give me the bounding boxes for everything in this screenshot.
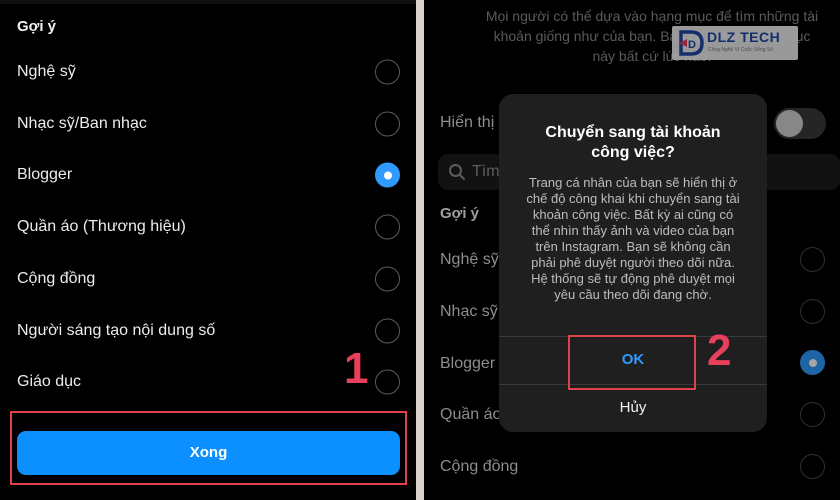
radio-empty-icon[interactable] [375, 318, 400, 344]
dialog-message: Trang cá nhân của bạn sẽ hiển thị ở chế … [515, 175, 751, 303]
radio-empty-icon[interactable] [375, 369, 400, 395]
dialog-title: Chuyển sang tài khoản công việc? [499, 123, 767, 163]
right-screen: Mọi người có thể dựa vào hạng mục để tìm… [424, 0, 840, 500]
cancel-button[interactable]: Hủy [499, 386, 767, 430]
option-label: Blogger [17, 166, 73, 183]
highlight-box-ok [568, 335, 696, 390]
option-row-artist[interactable]: Nghệ sỹ [0, 46, 416, 98]
step-number-1: 1 [344, 344, 369, 393]
dialog-message-line: chế độ công khai khi chuyển sang tài [526, 191, 740, 206]
option-label: Người sáng tạo nội dung số [17, 322, 216, 339]
left-screen: Gợi ý Nghệ sỹ Nhạc sỹ/Ban nhạc Blogger Q… [0, 0, 416, 500]
radio-empty-icon[interactable] [375, 111, 400, 137]
dialog-title-line: Chuyển sang tài khoản [545, 124, 721, 141]
dialog-message-line: Hệ thống sẽ tự động phê duyệt mọi [531, 271, 735, 286]
radio-empty-icon[interactable] [375, 214, 400, 240]
dialog-message-line: yêu cầu theo dõi đang chờ. [554, 287, 712, 302]
option-label: Quần áo (Thương hiệu) [17, 218, 186, 235]
done-button[interactable]: Xong [17, 431, 400, 475]
dialog-message-line: trên Instagram. Bạn sẽ không cần [535, 239, 731, 254]
option-row-community[interactable]: Cộng đồng [0, 253, 416, 305]
dialog-message-line: thể nhìn thấy ảnh và video của bạn [531, 223, 735, 238]
dialog-message-line: phải phê duyệt người theo dõi nữa. [531, 255, 735, 270]
option-row-blogger[interactable]: Blogger [0, 149, 416, 201]
option-label: Giáo dục [17, 373, 82, 390]
dialog-message-line: Trang cá nhân của bạn sẽ hiển thị ở [528, 175, 738, 190]
radio-selected-icon[interactable] [375, 162, 400, 188]
option-label: Nhạc sỹ/Ban nhạc [17, 115, 147, 132]
option-row-clothing-brand[interactable]: Quần áo (Thương hiệu) [0, 201, 416, 253]
option-label: Nghệ sỹ [17, 63, 76, 80]
step-number-2: 2 [707, 326, 732, 375]
option-label: Cộng đồng [17, 270, 96, 287]
dialog-message-line: khoản công việc. Bất kỳ ai cũng có [532, 207, 734, 222]
radio-empty-icon[interactable] [375, 266, 400, 292]
option-row-musician[interactable]: Nhạc sỹ/Ban nhạc [0, 98, 416, 150]
section-title-suggestions: Gợi ý [17, 18, 57, 35]
dialog-title-line: công việc? [591, 144, 675, 161]
radio-empty-icon[interactable] [375, 59, 400, 85]
top-strip [0, 0, 416, 4]
